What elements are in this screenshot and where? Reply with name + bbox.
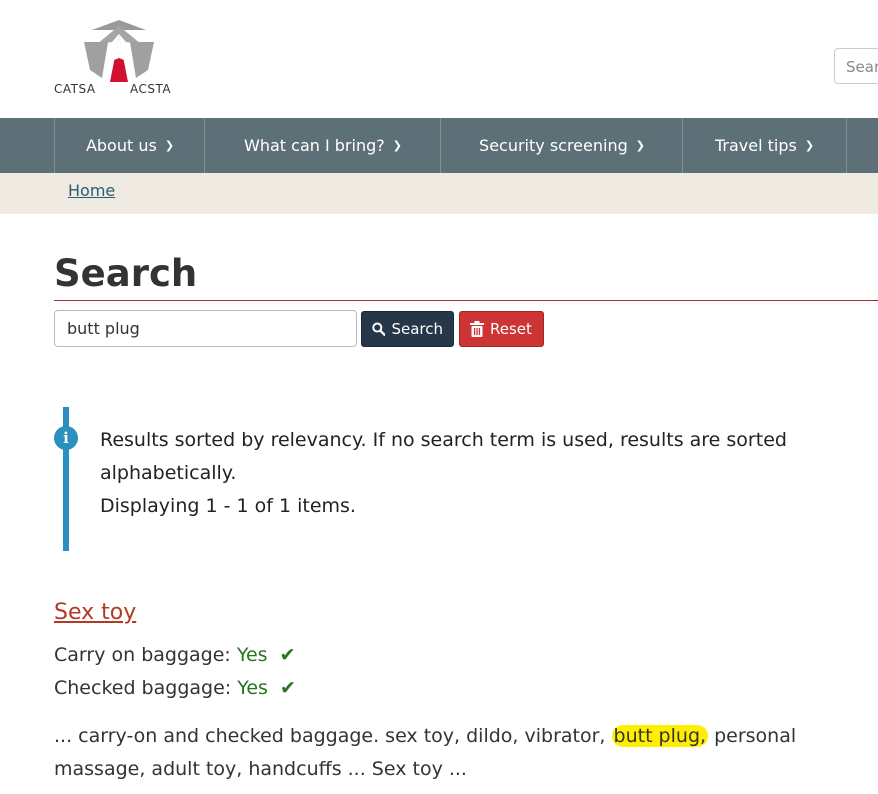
result-snippet: ... carry-on and checked baggage. sex to… — [54, 720, 878, 786]
logo-text-right: ACSTA — [130, 82, 172, 96]
nav-security-screening[interactable]: Security screening ❯ — [440, 118, 683, 173]
magnifier-icon — [372, 322, 386, 336]
reset-button-label: Reset — [490, 320, 532, 338]
search-input-value: butt plug — [67, 319, 140, 338]
chevron-down-icon: ❯ — [804, 139, 815, 152]
chevron-down-icon: ❯ — [164, 139, 175, 152]
carry-on-label: Carry on baggage: — [54, 644, 231, 666]
result-title-link[interactable]: Sex toy — [54, 600, 136, 625]
site-search-placeholder: Sear — [846, 58, 878, 76]
results-count: Displaying 1 - 1 of 1 items. — [100, 495, 356, 517]
page-title: Search — [54, 252, 198, 295]
nav-about-us-label: About us — [85, 136, 157, 155]
carry-on-value: Yes — [236, 644, 268, 666]
carry-on-row: Carry on baggage: Yes ✔ — [54, 644, 296, 666]
catsa-emblem-icon — [84, 20, 154, 90]
nav-about-us[interactable]: About us ❯ — [54, 118, 205, 173]
chevron-down-icon: ❯ — [392, 139, 402, 152]
title-divider — [54, 300, 878, 301]
trash-icon — [470, 321, 484, 337]
breadcrumb-home-link[interactable]: Home — [68, 181, 115, 200]
nav-what-can-i-bring[interactable]: What can I bring? ❯ — [204, 118, 441, 173]
alert-message: Results sorted by relevancy. If no searc… — [100, 429, 787, 484]
catsa-logo[interactable]: CATSA ACSTA — [52, 20, 187, 102]
checkmark-icon: ✔ — [279, 677, 296, 699]
snippet-highlight: butt plug, — [611, 725, 709, 747]
info-icon: i — [54, 426, 78, 450]
search-button[interactable]: Search — [361, 311, 454, 347]
breadcrumb — [0, 173, 878, 214]
nav-travel-tips-label: Travel tips — [714, 136, 797, 155]
search-button-label: Search — [391, 320, 443, 338]
logo-text-left: CATSA — [54, 82, 96, 96]
nav-travel-tips[interactable]: Travel tips ❯ — [682, 118, 847, 173]
checked-value: Yes — [237, 677, 268, 699]
nav-security-screening-label: Security screening — [479, 136, 628, 155]
main-nav: About us ❯ What can I bring? ❯ Security sc… — [0, 118, 878, 173]
search-input[interactable]: butt plug — [54, 310, 357, 347]
checked-label: Checked baggage: — [54, 677, 232, 699]
nav-what-can-i-bring-label: What can I bring? — [244, 136, 385, 155]
checked-row: Checked baggage: Yes ✔ — [54, 677, 296, 699]
checkmark-icon: ✔ — [279, 644, 296, 666]
site-search-input[interactable]: Sear — [834, 48, 878, 84]
snippet-text-before: ... carry-on and checked baggage. sex to… — [54, 725, 606, 747]
reset-button[interactable]: Reset — [459, 311, 544, 347]
chevron-down-icon: ❯ — [635, 139, 645, 152]
